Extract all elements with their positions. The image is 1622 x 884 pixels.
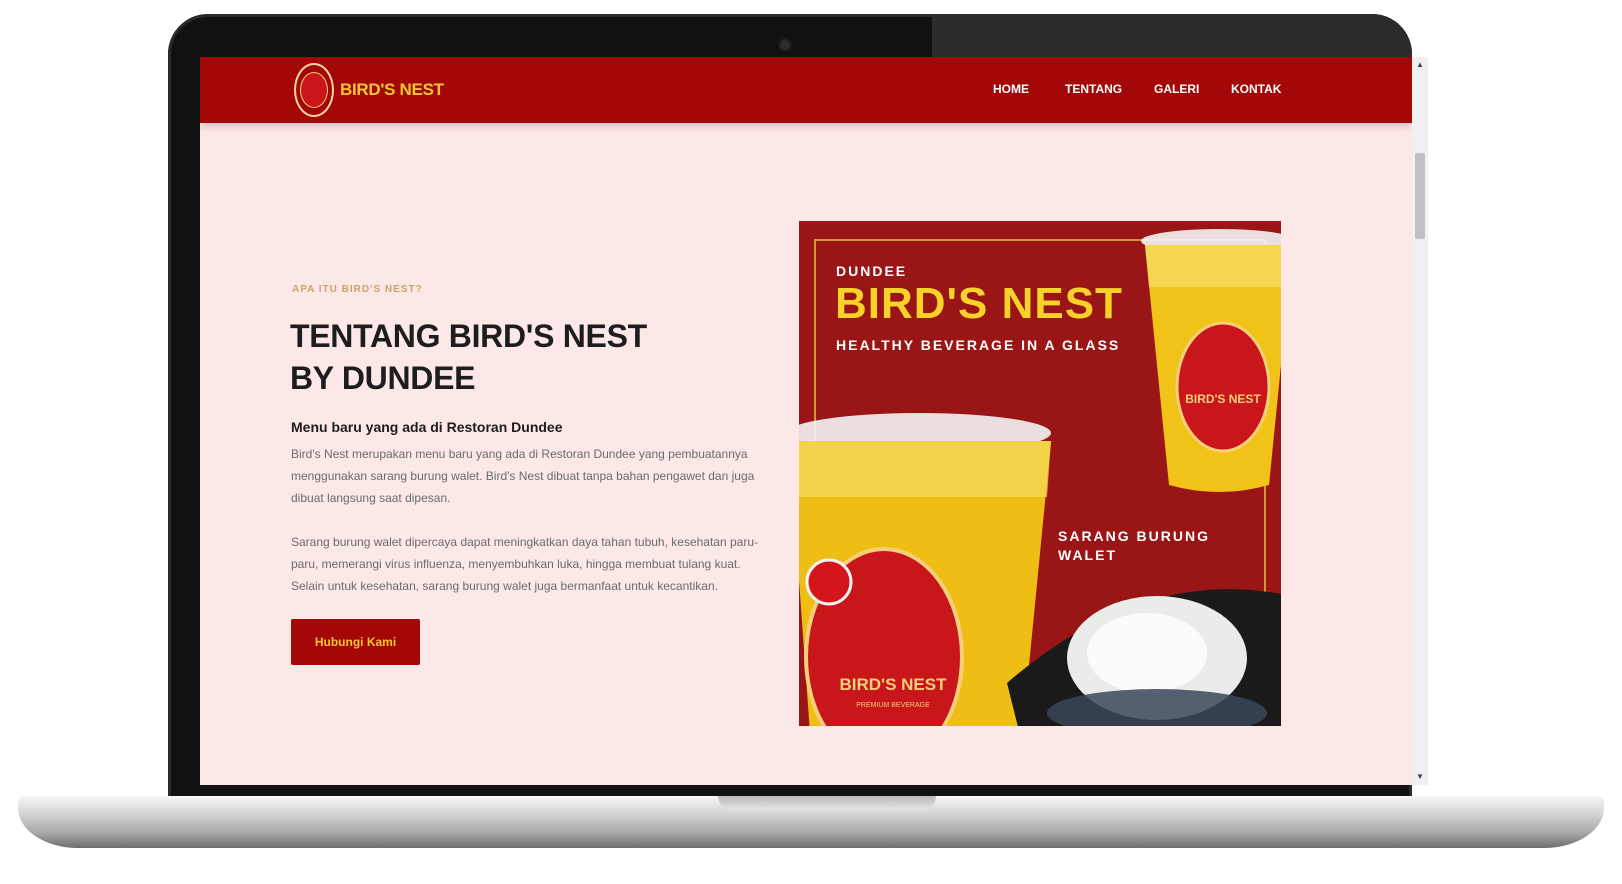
front-cup-label: BIRD'S NEST <box>840 675 948 694</box>
back-cup-label: BIRD'S NEST <box>1185 392 1261 406</box>
scroll-up-icon[interactable]: ▲ <box>1412 57 1428 73</box>
nav-tentang[interactable]: TENTANG <box>1065 82 1122 96</box>
laptop-base <box>18 796 1604 848</box>
laptop-opening-notch <box>718 796 936 810</box>
promo-brand: DUNDEE <box>836 263 908 279</box>
bird-nest-bowl-icon <box>1007 589 1281 726</box>
site-logo[interactable]: BIRD'S NEST <box>294 63 444 117</box>
heading-line-1: TENTANG BIRD'S NEST <box>290 318 647 354</box>
section-heading: TENTANG BIRD'S NEST BY DUNDEE <box>290 315 690 399</box>
bird-badge-icon <box>294 63 334 117</box>
contact-us-button[interactable]: Hubungi Kami <box>291 619 420 665</box>
logo-text: BIRD'S NEST <box>340 80 444 99</box>
promo-tagline: HEALTHY BEVERAGE IN A GLASS <box>836 337 1121 353</box>
browser-viewport: BIRD'S NEST HOME TENTANG GALERI KONTAK ▲… <box>200 57 1428 785</box>
scroll-thumb[interactable] <box>1415 153 1425 239</box>
site-navbar: BIRD'S NEST HOME TENTANG GALERI KONTAK <box>200 57 1412 123</box>
bezel-reflection <box>932 14 1412 58</box>
about-paragraph-2: Sarang burung walet dipercaya dapat meni… <box>291 535 758 593</box>
section-subheading: Menu baru yang ada di Restoran Dundee <box>291 419 563 435</box>
scroll-down-icon[interactable]: ▼ <box>1412 769 1428 785</box>
heading-line-2: BY DUNDEE <box>290 360 476 396</box>
page-scrollbar[interactable]: ▲ ▼ <box>1412 57 1428 785</box>
nav-home[interactable]: HOME <box>993 82 1029 96</box>
section-eyebrow: APA ITU BIRD'S NEST? <box>292 284 423 295</box>
back-cup-icon: BIRD'S NEST <box>1141 229 1281 492</box>
promo-caption: SARANG BURUNG WALET <box>1058 528 1210 563</box>
nav-galeri[interactable]: GALERI <box>1154 82 1199 96</box>
webcam-icon <box>780 40 790 50</box>
promo-title: BIRD'S NEST <box>835 279 1123 328</box>
nav-kontak[interactable]: KONTAK <box>1231 82 1281 96</box>
about-paragraph-1: Bird's Nest merupakan menu baru yang ada… <box>291 447 755 505</box>
front-cup-sublabel: PREMIUM BEVERAGE <box>856 702 930 709</box>
promo-image: BIRD'S NEST BIRD'S NEST PREMIUM BEVERAGE… <box>799 221 1281 726</box>
